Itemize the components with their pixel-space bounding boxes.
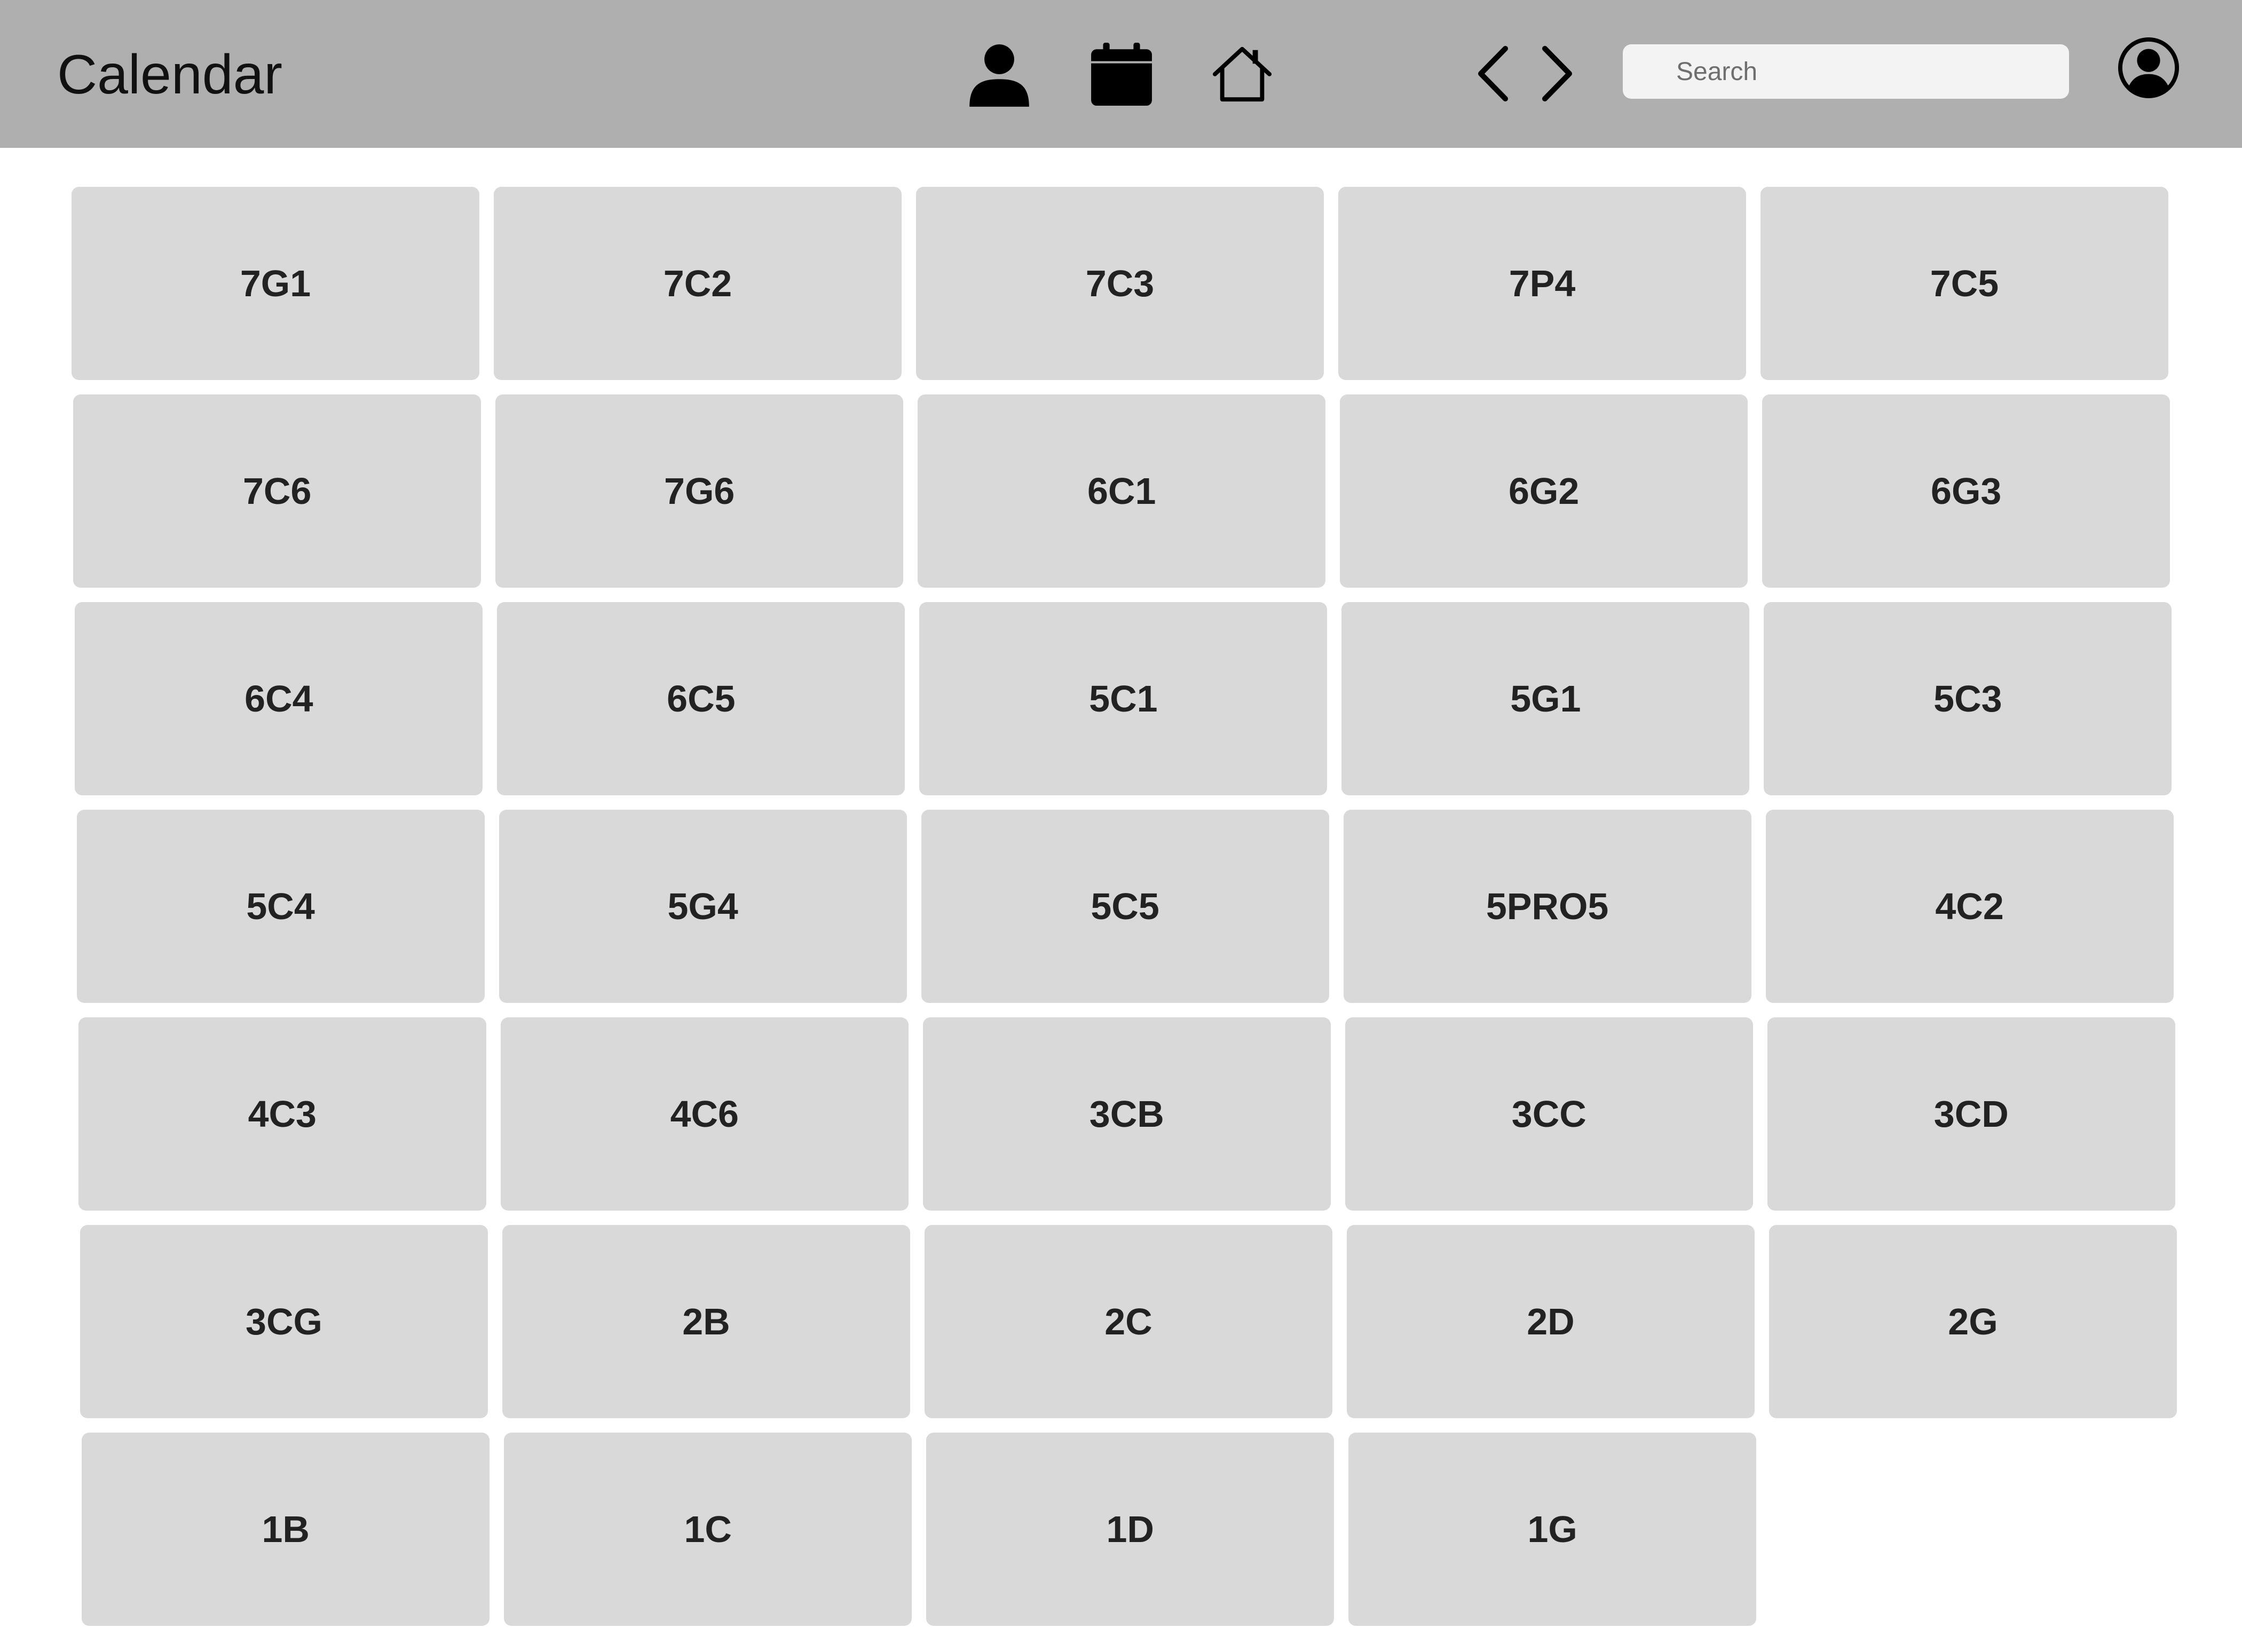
class-tile[interactable]: 6C4 [75,602,483,795]
class-tile[interactable]: 5G1 [1341,602,1750,795]
class-tile-label: 3CD [1933,1093,2009,1135]
class-tile[interactable]: 1G [1348,1433,1757,1626]
class-tile[interactable]: 3CC [1345,1017,1753,1211]
class-tile-label: 1B [262,1508,310,1550]
class-tile-label: 6C1 [1087,470,1156,512]
class-tile-label: 7C2 [663,263,732,304]
class-tile-label: 7P4 [1509,263,1576,304]
class-tile[interactable]: 4C6 [500,1017,909,1211]
class-tile-label: 4C6 [670,1093,739,1135]
class-tile-label: 5C5 [1091,886,1159,927]
class-tile[interactable]: 6G2 [1340,394,1748,588]
class-tile[interactable]: 5C5 [921,810,1329,1003]
class-tile[interactable]: 3CB [922,1017,1331,1211]
class-tile[interactable]: 5C3 [1764,602,2172,795]
class-tile-label: 5C3 [1933,678,2002,720]
class-tile-label: 6C4 [244,678,313,720]
class-tile-label: 2B [682,1301,730,1342]
class-tile-label: 7G1 [240,263,311,304]
class-tile[interactable]: 1C [504,1433,912,1626]
class-tile-label: 1C [684,1508,732,1550]
class-grid: 7G1 7C2 7C3 7P4 7C5 7C6 7G6 6C1 6G2 6G3 6C4 6C5 5C1 5… [0,0,2242,1652]
class-tile-label: 3CG [246,1301,322,1342]
class-tile[interactable]: 1D [926,1433,1335,1626]
class-tile-label: 7C6 [242,470,312,512]
class-tile-label: 6C5 [667,678,736,720]
class-tile-label: 5PRO5 [1486,886,1609,927]
class-tile[interactable]: 7G1 [72,187,479,380]
calendar-app: Calendar 7G1 [0,0,2242,1652]
class-tile-label: 3CB [1089,1093,1164,1135]
class-tile[interactable]: 2C [925,1225,1332,1418]
class-tile[interactable]: 5C1 [919,602,1328,795]
class-tile-label: 5C4 [246,886,315,927]
class-tile[interactable]: 7P4 [1338,187,1746,380]
class-tile-label: 1D [1106,1508,1154,1550]
class-tile[interactable]: 3CD [1767,1017,2175,1211]
class-tile[interactable]: 4C2 [1765,810,2174,1003]
class-tile-label: 4C2 [1935,886,2004,927]
class-tile[interactable]: 5G4 [499,810,907,1003]
class-tile-label: 2C [1104,1301,1152,1342]
class-tile-label: 5G1 [1510,678,1581,720]
class-tile[interactable]: 2G [1769,1225,2177,1418]
class-tile[interactable]: 6G3 [1762,394,2170,588]
class-tile[interactable]: 7C6 [73,394,481,588]
class-tile[interactable]: 7C2 [494,187,902,380]
class-tile[interactable]: 4C3 [78,1017,486,1211]
class-tile-label: 7G6 [664,470,735,512]
class-tile-label: 7C3 [1085,263,1155,304]
class-tile-label: 1G [1527,1508,1577,1550]
class-tile[interactable]: 1B [82,1433,490,1626]
class-tile-label: 7C5 [1930,263,1999,304]
class-tile[interactable]: 5PRO5 [1343,810,1751,1003]
class-tile[interactable]: 7C3 [916,187,1324,380]
class-tile[interactable]: 7G6 [495,394,904,588]
class-tile-label: 2D [1527,1301,1575,1342]
class-tile-label: 2G [1948,1301,1998,1342]
class-tile-label: 6G3 [1931,470,2002,512]
class-tile-label: 3CC [1511,1093,1586,1135]
class-tile[interactable]: 5C4 [76,810,485,1003]
class-tile[interactable]: 6C5 [497,602,905,795]
class-tile[interactable]: 7C5 [1761,187,2168,380]
class-tile-label: 5C1 [1089,678,1158,720]
class-tile[interactable]: 3CG [80,1225,488,1418]
class-tile[interactable]: 6C1 [918,394,1326,588]
class-tile-label: 6G2 [1509,470,1580,512]
class-tile[interactable]: 2B [502,1225,910,1418]
class-tile-label: 4C3 [248,1093,317,1135]
class-tile[interactable]: 2D [1347,1225,1755,1418]
class-tile-label: 5G4 [667,886,738,927]
